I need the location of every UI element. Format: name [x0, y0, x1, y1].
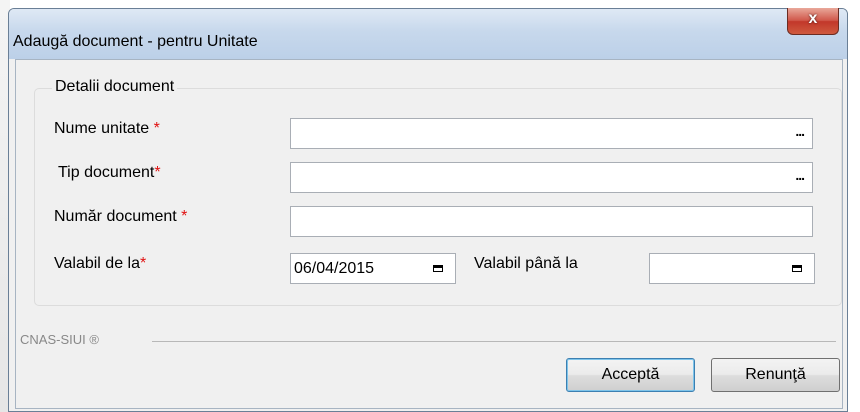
required-mark: *: [154, 164, 161, 181]
valabil-de-la-label: Valabil de la*: [54, 255, 147, 272]
valabil-pana-la-date-picker[interactable]: [649, 253, 815, 284]
window-title: Adaugă document - pentru Unitate: [13, 33, 258, 50]
calendar-icon[interactable]: [792, 265, 802, 272]
valabil-de-la-value: 06/04/2015: [294, 260, 375, 277]
accept-button[interactable]: Acceptă: [566, 358, 695, 392]
numar-document-label: Număr document *: [54, 208, 188, 225]
close-button[interactable]: x: [787, 8, 839, 35]
nume-unitate-label: Nume unitate *: [54, 120, 160, 137]
numar-document-input[interactable]: [290, 206, 813, 237]
title-bar[interactable]: Adaugă document - pentru Unitate x: [9, 8, 847, 59]
tip-document-label: Tip document*: [58, 164, 161, 181]
close-icon: x: [808, 10, 818, 27]
browse-button[interactable]: ...: [795, 167, 805, 183]
dialog-window: Adaugă document - pentru Unitate x Detal…: [8, 8, 848, 412]
required-mark: *: [139, 255, 147, 272]
calendar-icon[interactable]: [433, 265, 443, 272]
required-mark: *: [181, 208, 188, 225]
cancel-button[interactable]: Renunţă: [711, 358, 840, 392]
dialog-body: Detalii document Nume unitate * ... Tip …: [15, 59, 843, 409]
footer-brand: CNAS-SIUI ®: [20, 332, 99, 347]
valabil-de-la-date-picker[interactable]: 06/04/2015: [290, 253, 456, 284]
nume-unitate-field[interactable]: ...: [290, 118, 813, 149]
required-mark: *: [153, 120, 160, 137]
valabil-pana-la-label: Valabil până la: [474, 255, 578, 272]
browse-button[interactable]: ...: [795, 123, 805, 139]
background-right: [846, 0, 860, 412]
groupbox-title: Detalii document: [52, 78, 178, 96]
tip-document-field[interactable]: ...: [290, 162, 813, 193]
footer-divider: [152, 341, 836, 342]
